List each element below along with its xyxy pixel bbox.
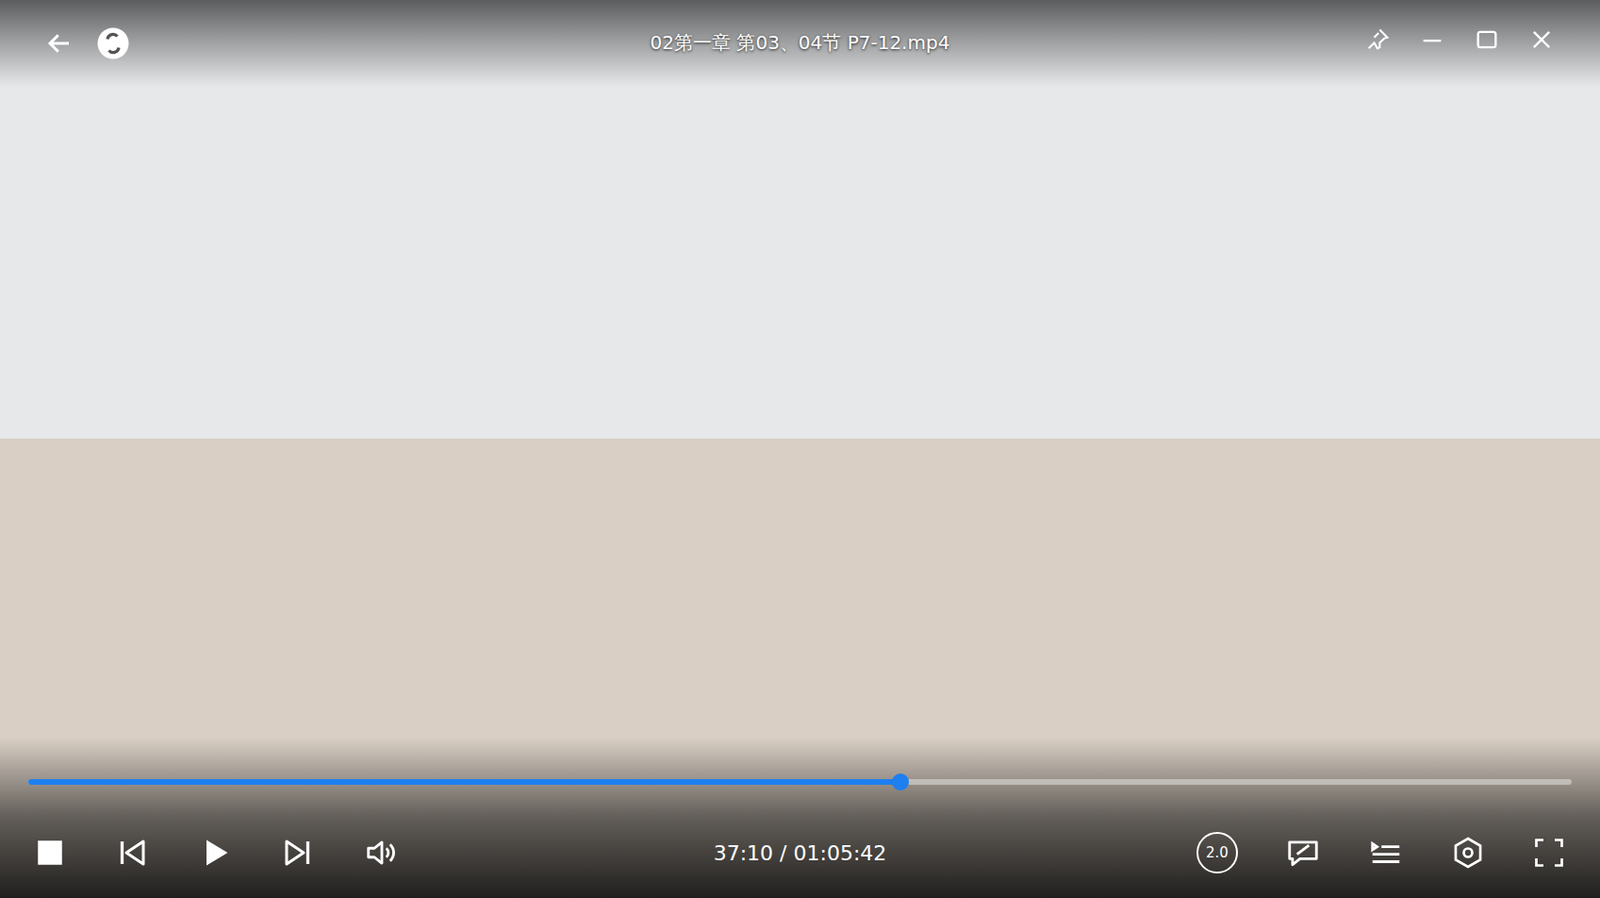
speed-button[interactable]: 2.0 xyxy=(1196,831,1238,874)
play-icon[interactable] xyxy=(197,835,232,870)
pin-icon[interactable] xyxy=(1364,26,1391,53)
fullscreen-icon[interactable] xyxy=(1532,835,1567,870)
minimize-icon[interactable] xyxy=(1418,26,1446,53)
stop-icon[interactable] xyxy=(33,836,66,869)
previous-icon[interactable] xyxy=(115,835,149,870)
subtitle-icon[interactable] xyxy=(1285,834,1321,871)
progress-fill xyxy=(28,778,901,785)
time-display: 37:10 / 01:05:42 xyxy=(543,837,1058,869)
progress-track[interactable] xyxy=(28,778,1572,785)
close-icon[interactable] xyxy=(1528,26,1555,53)
play-pause-button[interactable] xyxy=(197,835,232,870)
next-icon[interactable] xyxy=(280,835,315,870)
app-logo-icon[interactable] xyxy=(96,26,131,61)
player-window: 02第一章 第03、04节 P7-12.mp4 37:10 / 01:05:42 xyxy=(0,0,1600,898)
playlist-icon[interactable] xyxy=(1368,834,1404,871)
progress-thumb[interactable] xyxy=(891,773,909,791)
control-bar: 37:10 / 01:05:42 2.0 xyxy=(0,737,1600,898)
volume-icon[interactable] xyxy=(363,834,400,871)
video-title: 02第一章 第03、04节 P7-12.mp4 xyxy=(328,26,1272,59)
back-arrow-icon[interactable] xyxy=(45,29,74,58)
maximize-icon[interactable] xyxy=(1473,26,1501,53)
title-bar: 02第一章 第03、04节 P7-12.mp4 xyxy=(0,0,1600,87)
settings-icon[interactable] xyxy=(1451,835,1485,870)
